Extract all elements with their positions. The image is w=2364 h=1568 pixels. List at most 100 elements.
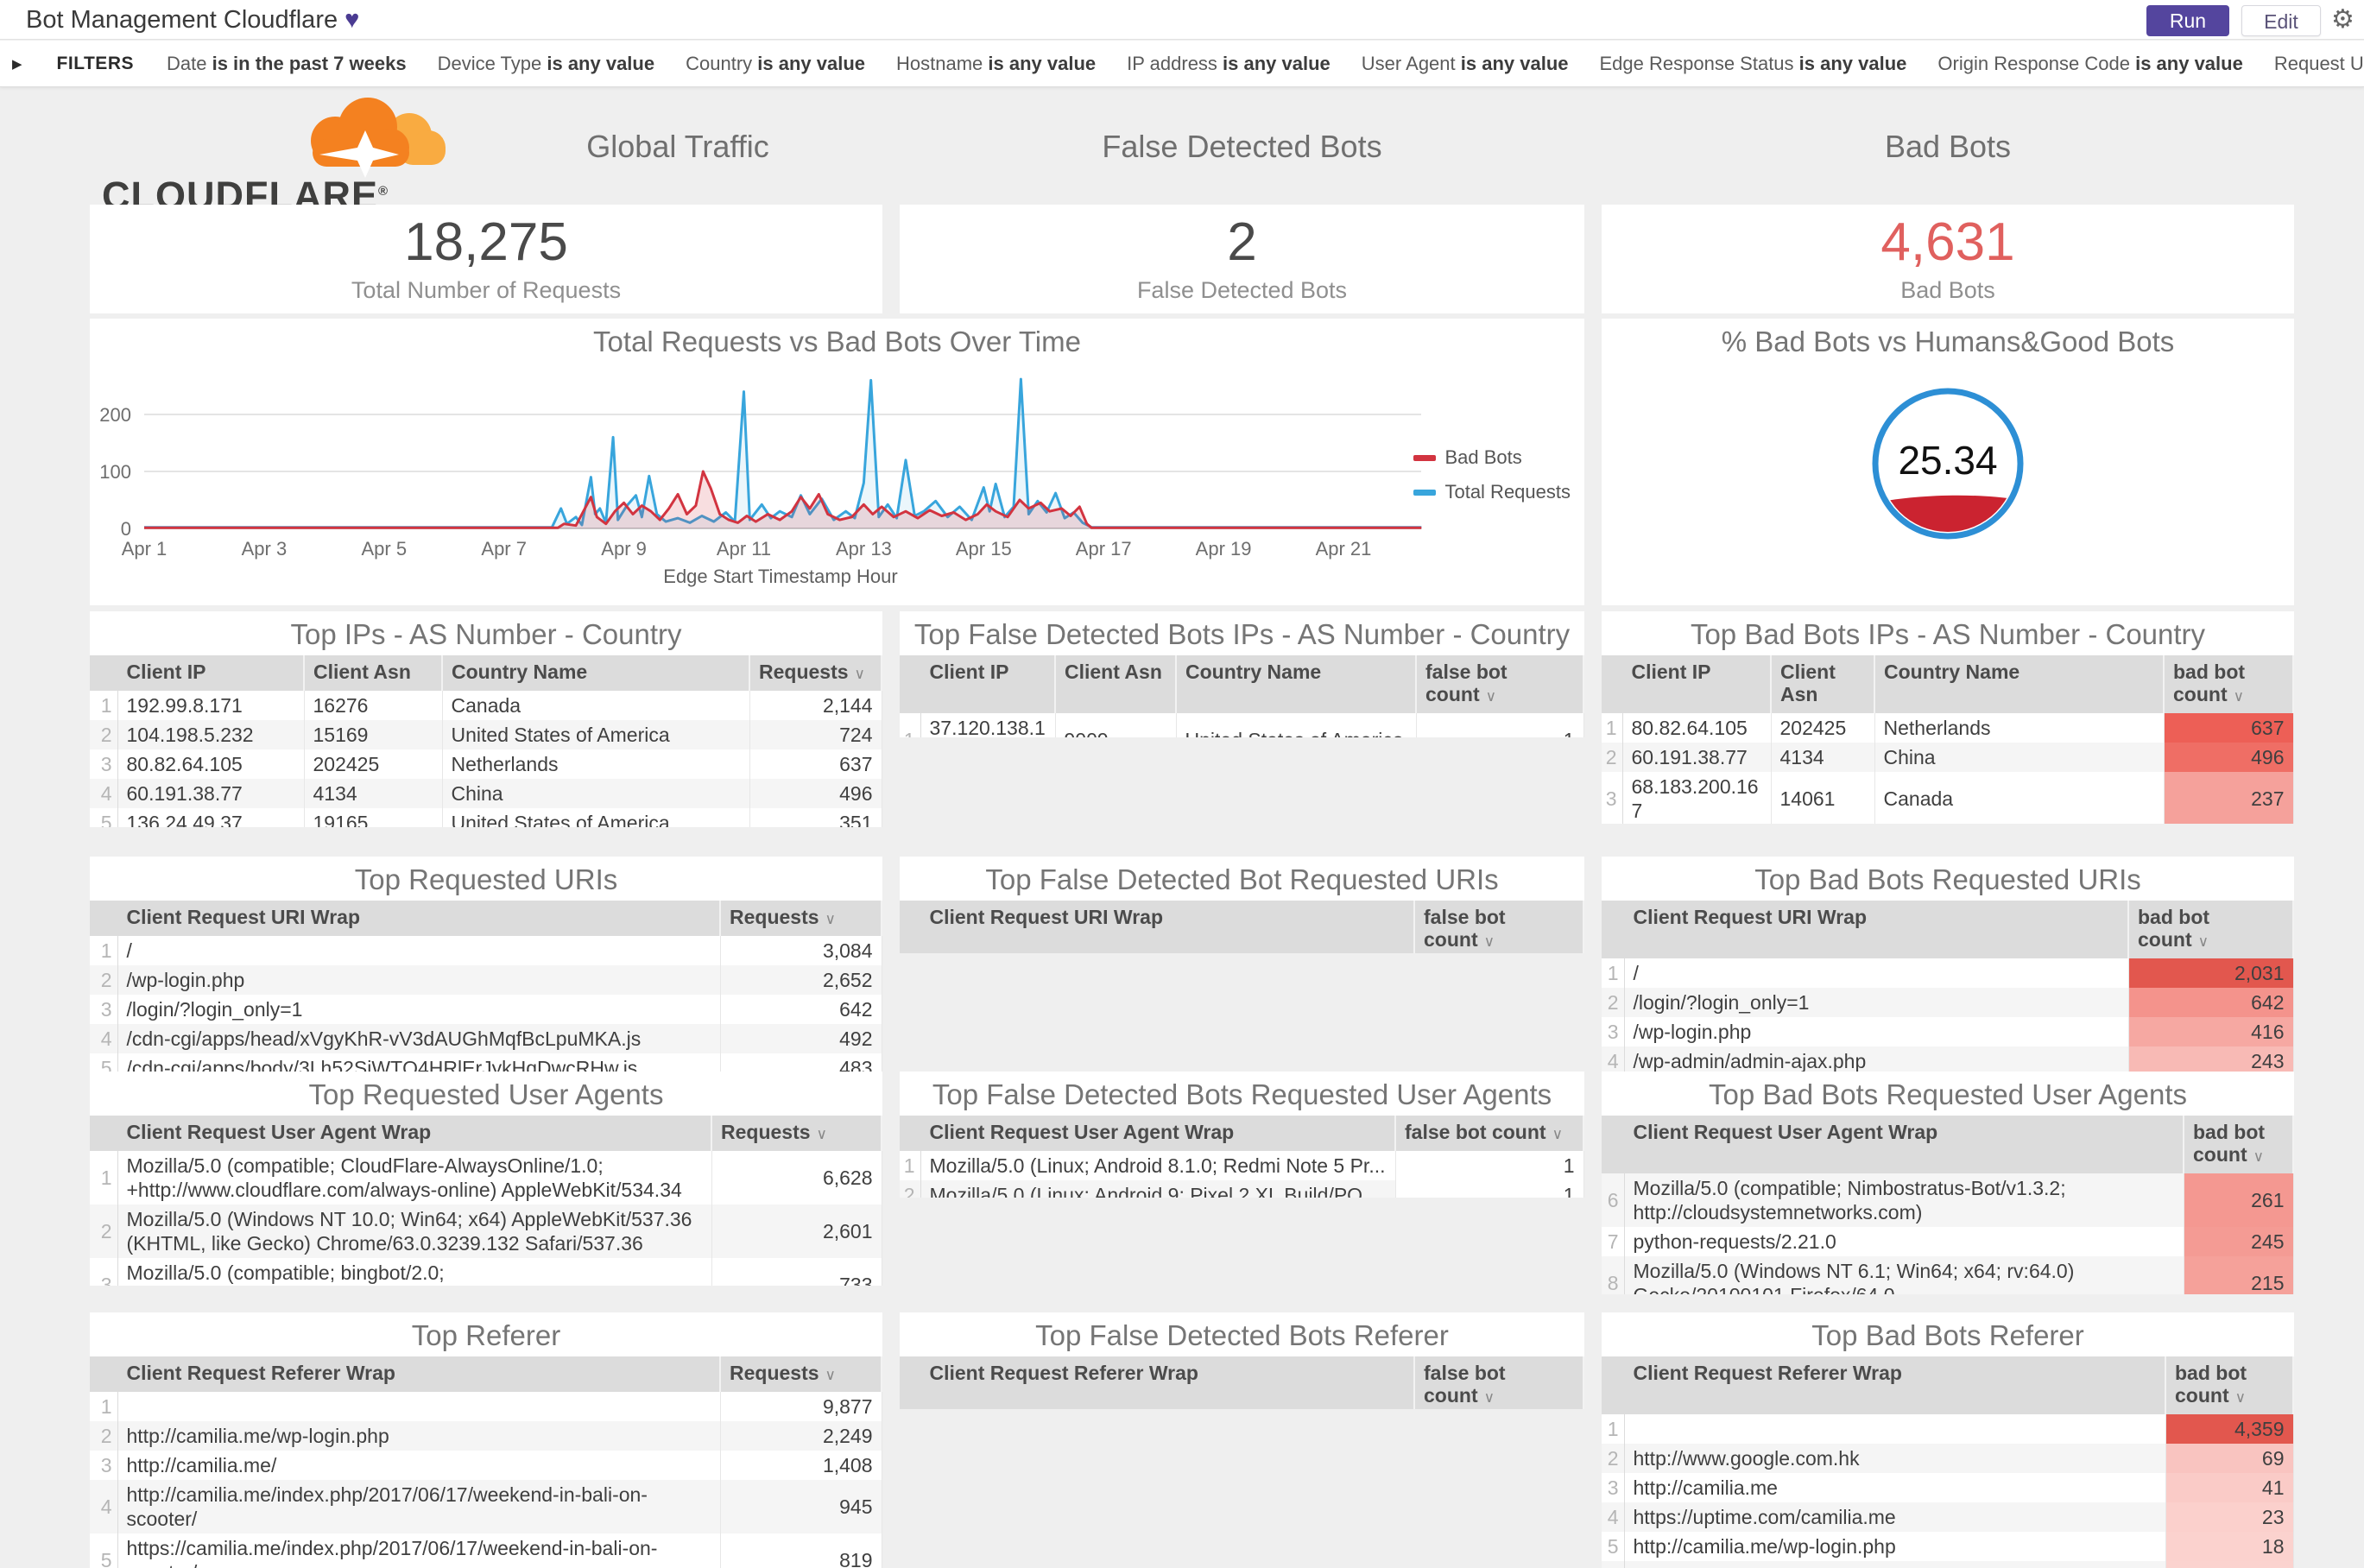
cell[interactable]: 237 <box>2164 772 2294 824</box>
cell[interactable]: United States of America <box>442 808 750 827</box>
column-header-client-request-uri-wrap[interactable]: Client Request URI Wrap <box>117 901 721 937</box>
column-header-client-ip[interactable]: Client IP <box>117 655 305 692</box>
cell[interactable]: 69 <box>2165 1444 2294 1474</box>
column-header-bad-bot-count[interactable]: bad bot count ∨ <box>2165 1356 2294 1415</box>
cell[interactable]: /login/?login_only=1 <box>117 995 721 1025</box>
filter-chip[interactable]: Country is any value <box>686 53 865 74</box>
column-header-client-asn[interactable]: Client Asn <box>304 655 443 692</box>
column-header-false-bot-count[interactable]: false bot count ∨ <box>1395 1116 1584 1152</box>
cell[interactable]: 483 <box>720 1053 882 1072</box>
cell[interactable]: Mozilla/5.0 (Linux; Android 9; Pixel 2 X… <box>920 1180 1396 1198</box>
cell[interactable]: http://camilia.me <box>1624 1473 2166 1503</box>
column-header-client-request-user-agent-wrap[interactable]: Client Request User Agent Wrap <box>117 1116 712 1152</box>
column-header-bad-bot-count[interactable]: bad bot count ∨ <box>2184 1116 2294 1174</box>
cell[interactable]: 1 <box>1415 713 1584 737</box>
gear-icon[interactable]: ⚙ <box>2331 4 2355 35</box>
cell[interactable]: 945 <box>720 1480 882 1534</box>
cell[interactable]: Mozilla/5.0 (compatible; bingbot/2.0; +h… <box>117 1258 712 1286</box>
column-header-false-bot-count[interactable]: false bot count ∨ <box>1414 901 1584 953</box>
cell[interactable]: 724 <box>749 720 882 750</box>
cell[interactable]: 351 <box>749 808 882 827</box>
cell[interactable]: /wp-admin/admin-ajax.php <box>1624 1046 2129 1074</box>
filter-chip[interactable]: User Agent is any value <box>1362 53 1569 74</box>
edit-button[interactable]: Edit <box>2241 5 2321 36</box>
filter-chip[interactable]: Edge Response Status is any value <box>1600 53 1907 74</box>
cell[interactable]: 3,084 <box>720 936 882 966</box>
column-header-client-request-referer-wrap[interactable]: Client Request Referer Wrap <box>920 1356 1415 1409</box>
legend-item[interactable]: Bad Bots <box>1413 446 1571 469</box>
cell[interactable]: 4134 <box>304 779 443 809</box>
cell[interactable]: 1 <box>1394 1151 1584 1181</box>
column-header-client-asn[interactable]: Client Asn <box>1055 655 1177 714</box>
cell[interactable]: 637 <box>2164 713 2294 743</box>
cell[interactable]: 2,249 <box>720 1421 882 1451</box>
cell[interactable]: 15169 <box>304 720 443 750</box>
cell[interactable]: United States of America <box>442 720 750 750</box>
cell[interactable]: Mozilla/5.0 (Windows NT 10.0; Win64; x64… <box>117 1204 712 1259</box>
column-header-client-request-referer-wrap[interactable]: Client Request Referer Wrap <box>117 1356 721 1393</box>
column-header-country-name[interactable]: Country Name <box>1176 655 1417 714</box>
cell[interactable]: Netherlands <box>442 749 750 780</box>
cell[interactable]: / <box>1624 958 2129 989</box>
column-header-requests[interactable]: Requests ∨ <box>720 1356 882 1393</box>
filter-chip[interactable]: Hostname is any value <box>896 53 1096 74</box>
column-header-requests[interactable]: Requests ∨ <box>720 901 882 937</box>
cell[interactable]: Netherlands <box>1874 713 2165 743</box>
cell[interactable]: 80.82.64.105 <box>117 749 305 780</box>
cell[interactable]: 243 <box>2128 1046 2294 1074</box>
cell[interactable]: 637 <box>749 749 882 780</box>
cell[interactable]: 416 <box>2128 1017 2294 1047</box>
filter-chip[interactable]: IP address is any value <box>1127 53 1331 74</box>
cell[interactable]: Mozilla/5.0 (compatible; CloudFlare-Alwa… <box>117 1151 712 1205</box>
cell[interactable]: http://camilia.me/ <box>1624 1561 2166 1568</box>
cell[interactable]: 80.82.64.105 <box>1622 713 1772 743</box>
column-header-client-ip[interactable]: Client IP <box>1622 655 1772 714</box>
cell[interactable]: 2,031 <box>2128 958 2294 989</box>
cell[interactable]: 14061 <box>1771 772 1875 824</box>
cell[interactable]: 261 <box>2184 1173 2294 1228</box>
filter-chip[interactable]: Device Type is any value <box>438 53 655 74</box>
cell[interactable]: 60.191.38.77 <box>1622 743 1772 773</box>
cell[interactable]: 19165 <box>304 808 443 827</box>
cell[interactable]: 9,877 <box>720 1392 882 1422</box>
filters-label[interactable]: FILTERS <box>57 54 134 74</box>
column-header-requests[interactable]: Requests ∨ <box>711 1116 882 1152</box>
cell[interactable]: 496 <box>2164 743 2294 773</box>
cell[interactable] <box>1624 1414 2166 1445</box>
column-header-country-name[interactable]: Country Name <box>1874 655 2165 714</box>
column-header-client-request-user-agent-wrap[interactable]: Client Request User Agent Wrap <box>1624 1116 2184 1174</box>
cell[interactable]: https://uptime.com/camilia.me <box>1624 1502 2166 1533</box>
cell[interactable]: Mozilla/5.0 (Linux; Android 8.1.0; Redmi… <box>920 1151 1396 1181</box>
cell[interactable]: Canada <box>442 691 750 721</box>
cell[interactable]: 215 <box>2184 1256 2294 1294</box>
legend-item[interactable]: Total Requests <box>1413 481 1571 503</box>
kpi-value[interactable]: 4,631 <box>1880 214 2014 270</box>
cell[interactable] <box>117 1392 721 1422</box>
gauge-chart[interactable]: 25.34 <box>1861 377 2034 550</box>
cell[interactable]: 1 <box>1394 1180 1584 1198</box>
cell[interactable]: 11 <box>2165 1561 2294 1568</box>
cell[interactable]: 1,408 <box>720 1451 882 1481</box>
cell[interactable]: 4134 <box>1771 743 1875 773</box>
column-header-false-bot-count[interactable]: false bot count ∨ <box>1416 655 1584 714</box>
column-header-false-bot-count[interactable]: false bot count ∨ <box>1414 1356 1584 1409</box>
column-header-client-ip[interactable]: Client IP <box>920 655 1056 714</box>
cell[interactable]: https://camilia.me/index.php/2017/06/17/… <box>117 1533 721 1568</box>
cell[interactable]: http://camilia.me/index.php/2017/06/17/w… <box>117 1480 721 1534</box>
cell[interactable]: 9009 <box>1055 713 1177 737</box>
cell[interactable]: 37.120.138.173 <box>920 713 1056 737</box>
cell[interactable]: 16276 <box>304 691 443 721</box>
cell[interactable]: /login/?login_only=1 <box>1624 988 2129 1018</box>
cell[interactable]: 202425 <box>1771 713 1875 743</box>
cell[interactable]: 4,359 <box>2165 1414 2294 1445</box>
cell[interactable]: 18 <box>2165 1532 2294 1562</box>
cell[interactable]: 2,144 <box>749 691 882 721</box>
cell[interactable]: 60.191.38.77 <box>117 779 305 809</box>
cell[interactable]: Mozilla/5.0 (Windows NT 6.1; Win64; x64;… <box>1624 1256 2184 1294</box>
cell[interactable]: 104.198.5.232 <box>117 720 305 750</box>
cell[interactable]: http://camilia.me/wp-login.php <box>1624 1532 2166 1562</box>
cell[interactable]: Mozilla/5.0 (compatible; Nimbostratus-Bo… <box>1624 1173 2184 1228</box>
cell[interactable]: /cdn-cgi/apps/body/3Lh52SjWTQ4HRlErJykHq… <box>117 1053 721 1072</box>
cell[interactable]: 23 <box>2165 1502 2294 1533</box>
column-header-bad-bot-count[interactable]: bad bot count ∨ <box>2128 901 2294 959</box>
